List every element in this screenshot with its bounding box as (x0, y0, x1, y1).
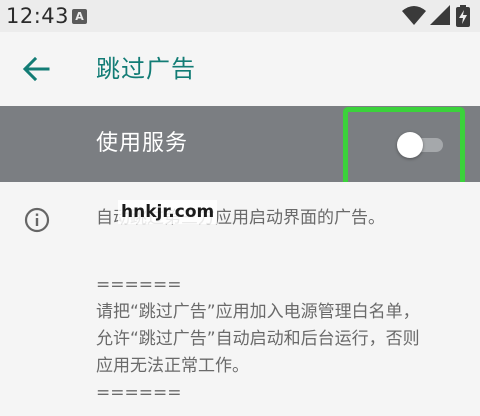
app-bar: 跳过广告 (0, 32, 480, 106)
arrow-left-icon[interactable] (20, 53, 52, 85)
notification-icon: A (72, 9, 87, 24)
watermark: hnkjr.com (118, 200, 218, 224)
battery-charging-icon (456, 5, 470, 27)
status-bar: 12:43 A (0, 0, 480, 32)
notice-line: 请把“跳过广告”应用加入电源管理白名单， (96, 302, 420, 322)
notice-line: ====== (96, 383, 182, 403)
status-time: 12:43 (6, 4, 70, 28)
use-service-toggle[interactable] (397, 132, 447, 158)
signal-icon (430, 5, 450, 25)
notice-line: ====== (96, 275, 182, 295)
info-icon (24, 207, 50, 233)
notice-line: 允许“跳过广告”自动启动和后台运行，否则 (96, 329, 420, 349)
notice-line: 应用无法正常工作。 (96, 356, 249, 376)
toggle-thumb (397, 132, 423, 158)
whitelist-notice: ====== 请把“跳过广告”应用加入电源管理白名单， 允许“跳过广告”自动启动… (96, 272, 468, 407)
page-title: 跳过广告 (96, 55, 196, 83)
use-service-row[interactable]: 使用服务 (0, 106, 480, 187)
wifi-icon (402, 6, 426, 25)
content-area: 自动跳过第三方应用启动界面的广告。 hnkjr.com ====== 请把“跳过… (0, 182, 480, 416)
use-service-label: 使用服务 (96, 131, 189, 156)
